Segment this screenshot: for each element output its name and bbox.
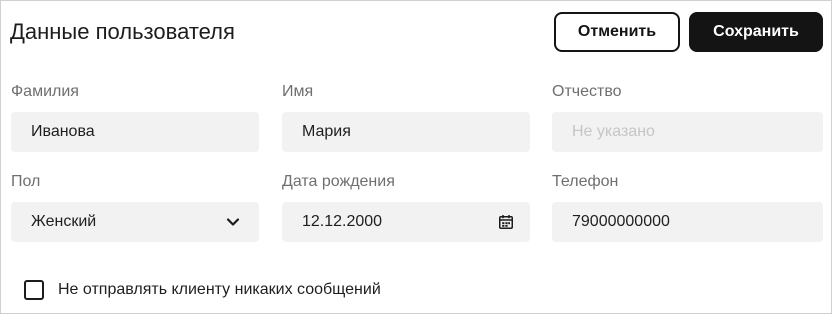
chevron-down-icon[interactable]	[213, 202, 253, 242]
gender-label: Пол	[11, 173, 41, 190]
first-name-label: Имя	[282, 83, 314, 100]
first-name-field[interactable]: Мария	[282, 112, 530, 152]
birth-date-label: Дата рождения	[282, 173, 395, 190]
phone-label: Телефон	[552, 173, 619, 190]
last-name-field[interactable]: Иванова	[11, 112, 259, 152]
gender-select[interactable]: Женский	[11, 202, 259, 242]
calendar-icon[interactable]	[486, 202, 526, 242]
phone-value: 79000000000	[572, 213, 670, 230]
patronymic-placeholder: Не указано	[572, 123, 655, 140]
no-messages-checkbox[interactable]	[24, 280, 44, 300]
birth-date-value: 12.12.2000	[302, 213, 383, 230]
cancel-button[interactable]: Отменить	[554, 12, 680, 52]
page-title: Данные пользователя	[10, 19, 235, 44]
no-messages-option[interactable]: Не отправлять клиенту никаких сообщений	[24, 280, 381, 300]
last-name-label: Фамилия	[11, 83, 79, 100]
no-messages-label: Не отправлять клиенту никаких сообщений	[58, 281, 381, 298]
first-name-value: Мария	[302, 123, 351, 140]
save-button[interactable]: Сохранить	[689, 12, 823, 52]
gender-value: Женский	[31, 213, 97, 230]
patronymic-label: Отчество	[552, 83, 622, 100]
patronymic-field[interactable]: Не указано	[552, 112, 823, 152]
user-data-form: Данные пользователя Отменить Сохранить Ф…	[0, 0, 832, 314]
phone-field[interactable]: 79000000000	[552, 202, 823, 242]
birth-date-field[interactable]: 12.12.2000	[282, 202, 530, 242]
last-name-value: Иванова	[31, 123, 95, 140]
